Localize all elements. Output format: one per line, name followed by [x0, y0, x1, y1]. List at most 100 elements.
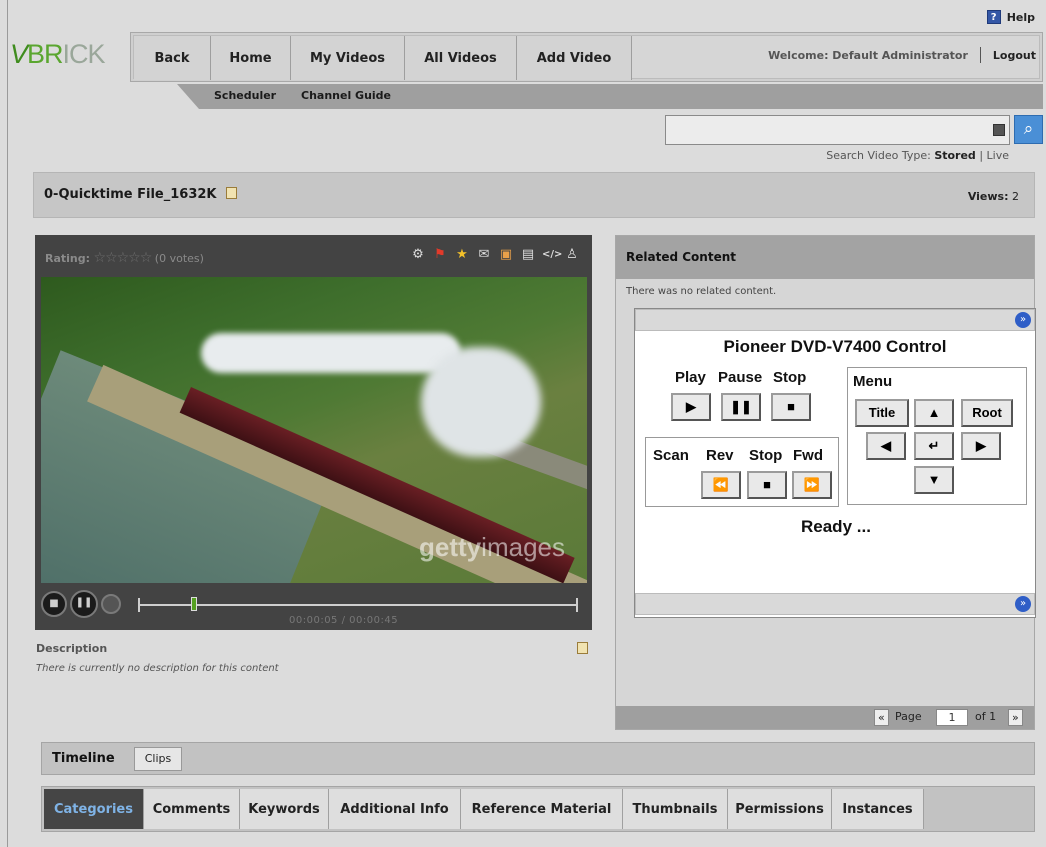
dvd-right-button[interactable]: ▶ — [961, 432, 1001, 460]
search-icon: ⌕ — [1023, 119, 1034, 139]
rating-stars[interactable]: ☆☆☆☆☆ — [94, 250, 153, 266]
search-button[interactable]: ⌕ — [1014, 115, 1043, 144]
edit-description-icon[interactable] — [577, 642, 588, 654]
tab-thumbnails[interactable]: Thumbnails — [623, 789, 728, 829]
nav-back-button[interactable]: Back — [134, 36, 211, 80]
rating-votes: (0 votes) — [154, 252, 204, 265]
related-empty: There was no related content. — [626, 286, 777, 297]
page-frame: ? Help VBRICK Back Home My Videos All Vi… — [7, 0, 1043, 847]
video-title: 0-Quicktime File_1632K — [44, 187, 217, 202]
dvd-scan-stop-button[interactable]: ■ — [747, 471, 787, 499]
vbrick-logo[interactable]: VBRICK — [10, 39, 106, 70]
nav-my-videos-button[interactable]: My Videos — [291, 36, 405, 80]
record-button[interactable] — [101, 594, 121, 614]
nav-add-video-button[interactable]: Add Video — [517, 36, 632, 80]
fwd-label: Fwd — [793, 447, 823, 464]
search-type-label: Search Video Type: — [826, 149, 931, 162]
pause-button[interactable]: ❚❚ — [70, 590, 98, 618]
dvd-up-button[interactable]: ▲ — [914, 399, 954, 427]
dvd-left-button[interactable]: ◀ — [866, 432, 906, 460]
pause-label: Pause — [718, 369, 763, 386]
tab-keywords[interactable]: Keywords — [240, 789, 329, 829]
seek-bar[interactable] — [138, 597, 578, 612]
embed-code-icon[interactable]: </> — [542, 247, 562, 263]
subnav-channel-guide[interactable]: Channel Guide — [301, 89, 391, 102]
help-link[interactable]: ? Help — [986, 10, 1035, 24]
dvd-pause-button[interactable]: ❚❚ — [721, 393, 761, 421]
seek-start — [138, 598, 140, 612]
search-type-separator: | — [979, 149, 984, 162]
description-text: There is currently no description for th… — [36, 663, 279, 674]
welcome-text: Welcome: Default Administrator — [768, 48, 968, 62]
logout-link[interactable]: Logout — [993, 49, 1036, 62]
related-heading: Related Content — [626, 250, 736, 264]
dvd-enter-button[interactable]: ↵ — [914, 432, 954, 460]
seek-handle[interactable] — [191, 597, 197, 611]
sub-nav: Scheduler Channel Guide — [177, 84, 1043, 109]
rev-label: Rev — [706, 447, 734, 464]
rating-label: Rating: — [45, 252, 91, 265]
widget-bottom-bar: » — [635, 593, 1035, 615]
settings-icon[interactable]: ⚙ — [410, 247, 426, 263]
dvd-control-widget: » Pioneer DVD-V7400 Control Play Pause S… — [634, 308, 1036, 618]
tab-permissions[interactable]: Permissions — [728, 789, 832, 829]
help-label: Help — [1006, 10, 1035, 24]
page-label: Page — [895, 710, 922, 723]
timeline-bar: Timeline Clips — [41, 742, 1035, 775]
main-nav: Back Home My Videos All Videos Add Video… — [130, 32, 1043, 82]
seek-end — [576, 598, 578, 612]
edit-title-icon[interactable] — [226, 187, 238, 199]
views-count: Views: 2 — [968, 190, 1019, 203]
search-video-type: Search Video Type: Stored | Live — [826, 149, 1009, 162]
bookmark-icon[interactable]: ⚑ — [432, 247, 448, 263]
timeline-label[interactable]: Timeline — [52, 751, 115, 766]
tab-categories[interactable]: Categories — [44, 789, 144, 829]
dvd-fwd-button[interactable]: ⏩ — [792, 471, 832, 499]
expand-icon[interactable]: » — [1015, 312, 1031, 328]
subnav-scheduler[interactable]: Scheduler — [214, 89, 276, 102]
tab-comments[interactable]: Comments — [144, 789, 240, 829]
dvd-root-button[interactable]: Root — [961, 399, 1013, 427]
stop-button[interactable]: ■ — [41, 591, 67, 617]
tab-reference-material[interactable]: Reference Material — [461, 789, 623, 829]
prev-page-button[interactable]: « — [874, 709, 889, 726]
nav-home-button[interactable]: Home — [211, 36, 291, 80]
stop-label: Stop — [773, 369, 807, 386]
clips-button[interactable]: Clips — [134, 747, 182, 771]
users-icon[interactable]: ♙ — [564, 247, 580, 263]
dvd-play-button[interactable]: ▶ — [671, 393, 711, 421]
page-of: of 1 — [975, 710, 997, 723]
search-type-stored[interactable]: Stored — [934, 149, 976, 162]
widget-top-bar: » — [635, 309, 1035, 331]
page-input[interactable]: 1 — [936, 709, 968, 726]
help-icon: ? — [986, 10, 1001, 24]
rating: Rating: ☆☆☆☆☆ (0 votes) — [45, 250, 204, 266]
nav-all-videos-button[interactable]: All Videos — [405, 36, 517, 80]
play-label: Play — [675, 369, 706, 386]
dvd-down-button[interactable]: ▼ — [914, 466, 954, 494]
dvd-status: Ready ... — [801, 517, 871, 536]
tab-additional-info[interactable]: Additional Info — [329, 789, 461, 829]
dvd-title-button[interactable]: Title — [855, 399, 909, 427]
tab-instances[interactable]: Instances — [832, 789, 924, 829]
player-toolbar: ⚙ ⚑ ★ ✉ ▣ ▤ </> ♙ — [410, 247, 580, 263]
search-input[interactable] — [665, 115, 1010, 145]
contact-card-icon[interactable]: ▣ — [498, 247, 514, 263]
getty-watermark: gettyimages — [419, 532, 565, 563]
clipboard-icon[interactable]: ▤ — [520, 247, 536, 263]
playback-time: 00:00:05 / 00:00:45 — [289, 615, 399, 626]
video-frame[interactable]: gettyimages — [41, 277, 587, 583]
logo-ick: ICK — [62, 39, 106, 69]
expand-bottom-icon[interactable]: » — [1015, 596, 1031, 612]
logo-br: BR — [27, 39, 64, 69]
dvd-stop-button[interactable]: ■ — [771, 393, 811, 421]
dvd-rev-button[interactable]: ⏪ — [701, 471, 741, 499]
content-tabs: Categories Comments Keywords Additional … — [41, 786, 1035, 832]
clear-search-icon[interactable] — [993, 124, 1005, 136]
email-icon[interactable]: ✉ — [476, 247, 492, 263]
search-type-live[interactable]: Live — [987, 149, 1009, 162]
next-page-button[interactable]: » — [1008, 709, 1023, 726]
favorite-star-icon[interactable]: ★ — [454, 247, 470, 263]
watermark-getty: getty — [419, 532, 482, 562]
video-player: Rating: ☆☆☆☆☆ (0 votes) ⚙ ⚑ ★ ✉ ▣ ▤ </> … — [35, 235, 592, 630]
